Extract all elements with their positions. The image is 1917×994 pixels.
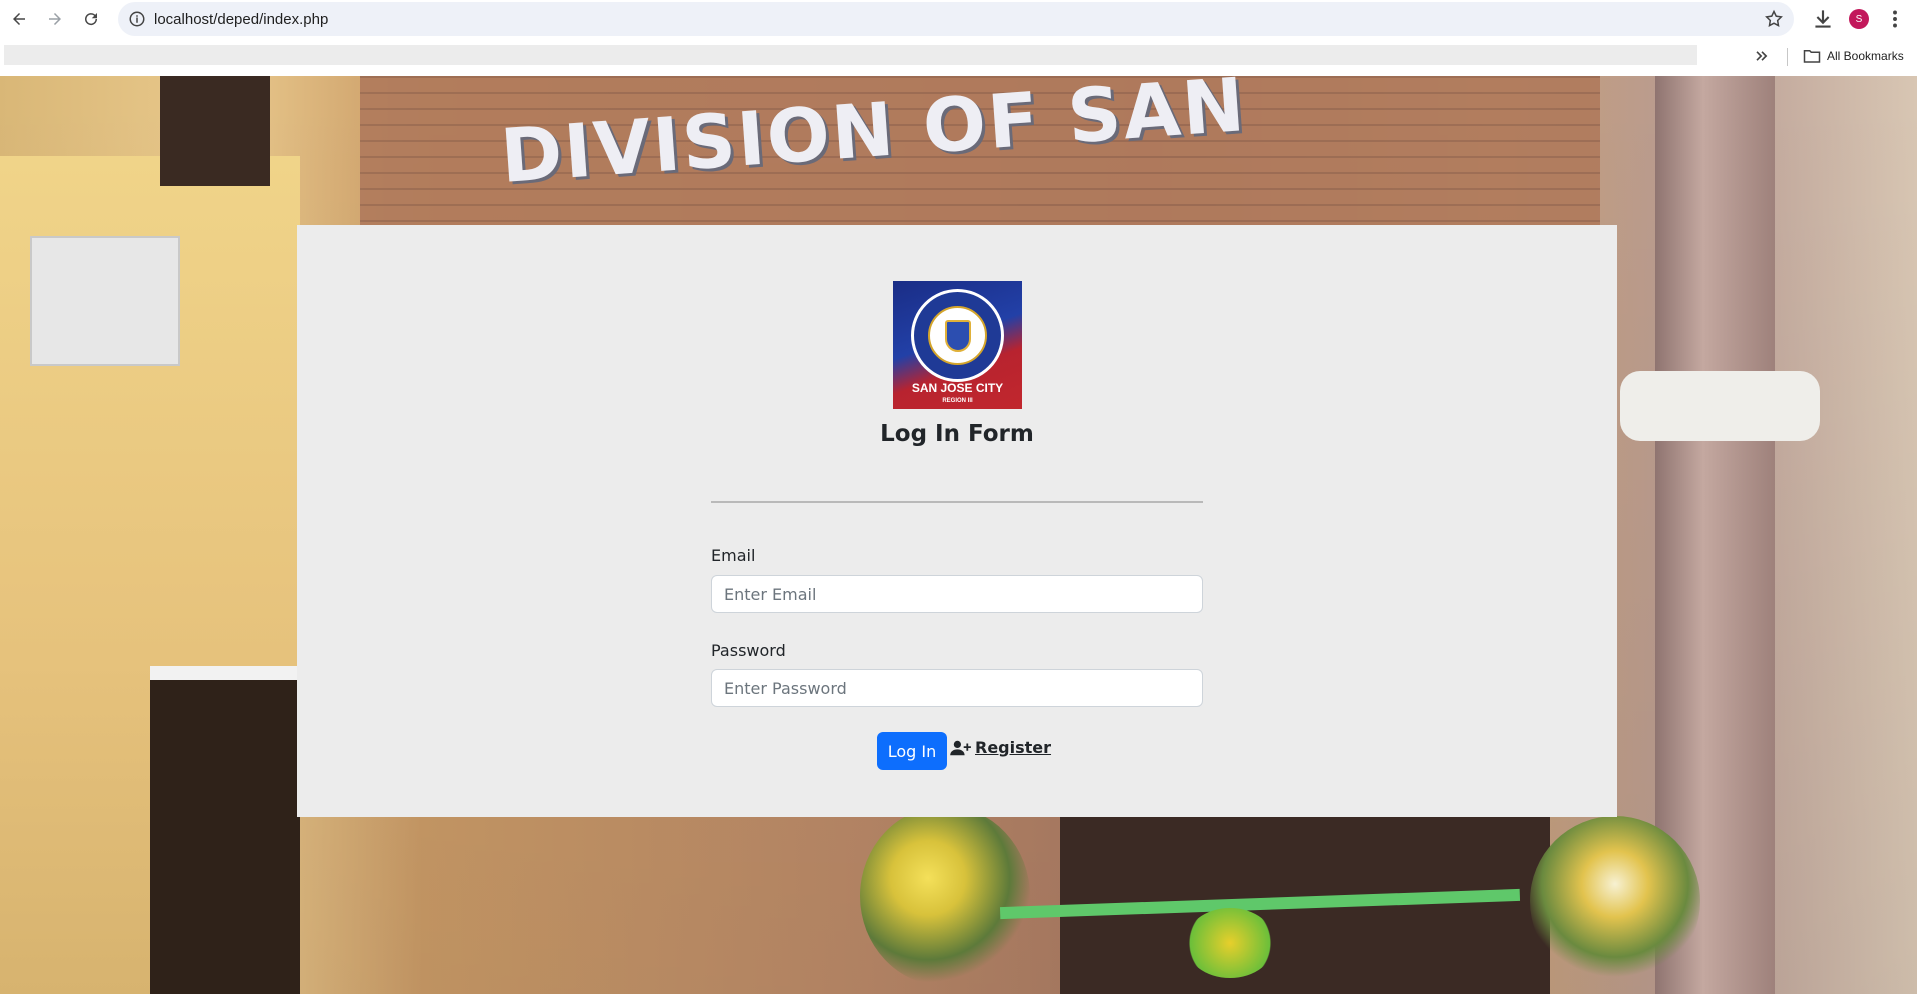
bookmarks-strip xyxy=(4,45,1697,65)
bookmarks-separator xyxy=(1787,48,1788,66)
logo-seal-ring xyxy=(911,289,1004,382)
bookmark-star-icon[interactable] xyxy=(1764,9,1784,29)
logo-city-text: SAN JOSE CITY xyxy=(911,381,1004,395)
login-button[interactable]: Log In xyxy=(877,732,947,770)
folder-icon[interactable] xyxy=(1803,48,1821,64)
bg-aircon-unit xyxy=(30,236,180,366)
login-card: SAN JOSE CITY REGION III Log In Form Ema… xyxy=(297,225,1617,817)
address-url[interactable]: localhost/deped/index.php xyxy=(154,11,328,28)
all-bookmarks-link[interactable]: All Bookmarks xyxy=(1827,49,1904,63)
reload-icon[interactable] xyxy=(78,6,104,32)
bg-flowers xyxy=(1530,816,1700,986)
logo-shield-icon xyxy=(945,320,971,352)
profile-avatar[interactable]: S xyxy=(1849,9,1869,29)
password-label: Password xyxy=(711,641,786,660)
bg-ribbon-bow xyxy=(1185,908,1275,978)
email-field[interactable] xyxy=(711,575,1203,613)
site-info-icon[interactable] xyxy=(128,10,146,28)
deped-logo: SAN JOSE CITY REGION III xyxy=(893,281,1022,409)
register-label[interactable]: Register xyxy=(975,738,1051,757)
bookmarks-overflow-icon[interactable] xyxy=(1752,46,1772,66)
forward-icon[interactable] xyxy=(42,6,68,32)
register-link[interactable]: Register xyxy=(950,738,1051,757)
page-title: Log In Form xyxy=(880,421,1034,447)
title-divider xyxy=(711,501,1203,503)
browser-toolbar: localhost/deped/index.php S xyxy=(0,0,1917,38)
back-icon[interactable] xyxy=(6,6,32,32)
bg-flowers xyxy=(860,806,1030,986)
logo-region-text: REGION III xyxy=(942,398,973,404)
download-icon[interactable] xyxy=(1810,6,1836,32)
email-label: Email xyxy=(711,546,756,565)
bg-pillar-cap xyxy=(1620,371,1820,441)
bookmarks-bar: All Bookmarks xyxy=(0,38,1917,76)
more-menu-icon[interactable] xyxy=(1882,6,1908,32)
password-field[interactable] xyxy=(711,669,1203,707)
logo-seal-inner xyxy=(928,306,987,365)
bg-window xyxy=(160,76,270,186)
user-plus-icon xyxy=(950,739,972,757)
address-bar[interactable]: localhost/deped/index.php xyxy=(118,2,1794,36)
bg-window xyxy=(150,666,300,994)
